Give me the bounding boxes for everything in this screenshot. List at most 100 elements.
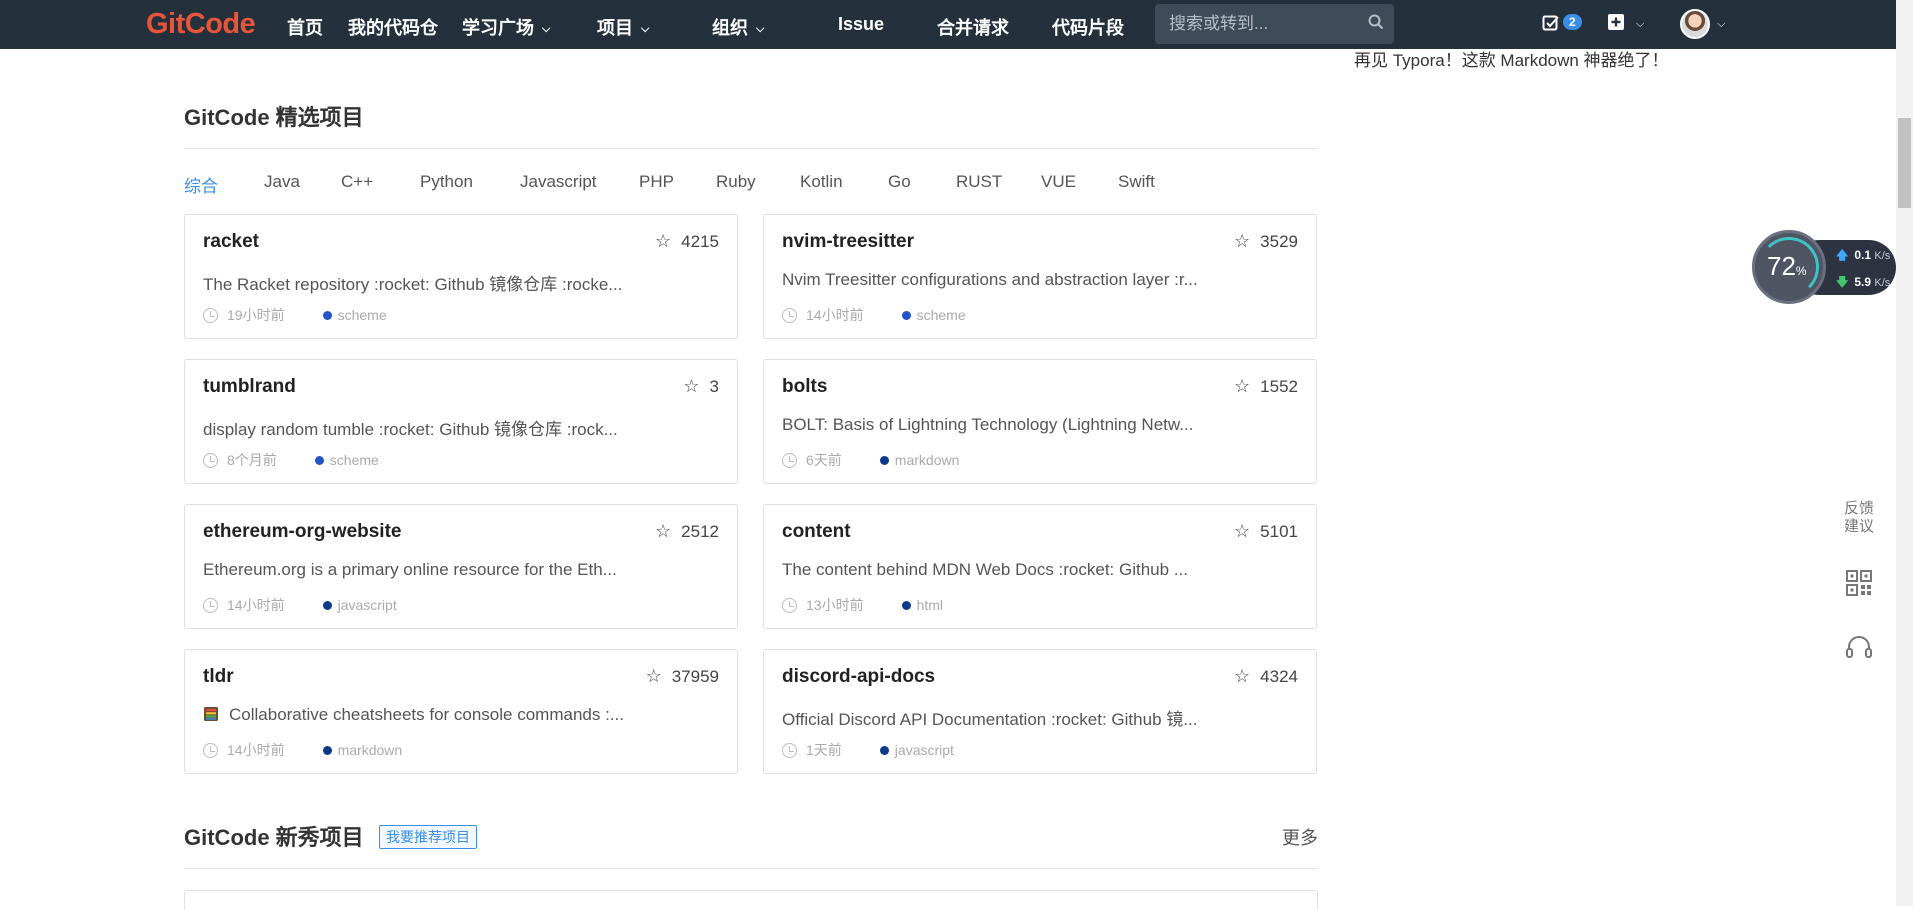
gitcode-logo[interactable]: GitCode	[146, 8, 256, 41]
project-card[interactable]: bolts ☆ 1552 BOLT: Basis of Lightning Tec…	[763, 359, 1317, 484]
project-star-count: 4324	[1260, 667, 1298, 686]
language-color-dot	[322, 746, 332, 755]
tab-swift[interactable]: Swift	[1118, 172, 1155, 192]
tab-php[interactable]: PHP	[639, 172, 674, 192]
nav-learning-square[interactable]: 学习广场 ⌵	[462, 14, 550, 40]
project-star-count: 37959	[671, 667, 719, 686]
search-box[interactable]	[1155, 4, 1394, 44]
side-article-link[interactable]: 再见 Typora！这款 Markdown 神器绝了！	[1354, 46, 1669, 71]
project-meta: 6天前 markdown	[782, 450, 959, 470]
project-meta: 1天前 javascript	[782, 740, 954, 760]
network-speed-widget[interactable]: 72% 🡅 0.1 K/s 🡇 5.9 K/s	[1752, 230, 1898, 304]
project-stars: ☆ 3	[683, 376, 719, 397]
upload-arrow-icon: 🡅	[1836, 248, 1849, 262]
scrollbar-thumb[interactable]	[1898, 118, 1911, 208]
project-name[interactable]: tldr	[203, 666, 234, 688]
todo-check-icon[interactable]	[1542, 14, 1560, 36]
project-star-count: 2512	[681, 522, 719, 541]
tab-ruby[interactable]: Ruby	[716, 172, 756, 192]
download-arrow-icon: 🡇	[1836, 275, 1849, 289]
project-card[interactable]: nvim-treesitter ☆ 3529 Nvim Treesitter co…	[763, 214, 1317, 339]
star-icon: ☆	[645, 666, 662, 686]
project-name[interactable]: tumblrand	[203, 376, 296, 398]
upload-speed-unit: K/s	[1874, 250, 1891, 262]
nav-snippets[interactable]: 代码片段	[1052, 14, 1124, 40]
project-name[interactable]: nvim-treesitter	[782, 231, 914, 253]
project-language: scheme	[329, 452, 379, 468]
search-input[interactable]	[1167, 13, 1357, 35]
project-card[interactable]: ethereum-org-website ☆ 2512 Ethereum.org …	[184, 504, 738, 629]
user-avatar[interactable]	[1680, 9, 1710, 39]
project-meta: 14小时前 scheme	[782, 305, 966, 325]
top-navbar: GitCode 首页 我的代码仓 学习广场 ⌵ 项目 ⌵ 组织 ⌵ Issue 合并请…	[0, 0, 1896, 49]
clock-icon	[203, 308, 218, 323]
project-name[interactable]: bolts	[782, 376, 827, 398]
nav-issue[interactable]: Issue	[838, 14, 884, 35]
tab-python[interactable]: Python	[420, 172, 473, 192]
tab-go[interactable]: Go	[888, 172, 911, 192]
feedback-button[interactable]: 反馈建议	[1842, 500, 1876, 536]
chevron-down-icon: ⌵	[756, 23, 765, 35]
project-card[interactable]: discord-api-docs ☆ 4324 Official Discord …	[763, 649, 1317, 774]
project-meta: 14小时前 javascript	[203, 595, 397, 615]
project-name[interactable]: racket	[203, 231, 259, 253]
todo-count-badge[interactable]: 2	[1563, 14, 1582, 30]
project-name[interactable]: discord-api-docs	[782, 666, 935, 688]
tab-cpp[interactable]: C++	[341, 172, 373, 192]
nav-learning-label: 学习广场	[462, 18, 534, 38]
search-icon[interactable]	[1368, 14, 1384, 34]
qr-code-icon[interactable]	[1846, 570, 1872, 600]
tab-rust[interactable]: RUST	[956, 172, 1002, 192]
nav-home-label: 首页	[287, 18, 323, 38]
nav-organizations[interactable]: 组织 ⌵	[712, 14, 764, 40]
language-color-dot	[322, 601, 332, 610]
project-stars: ☆ 3529	[1234, 231, 1298, 252]
nav-projects[interactable]: 项目 ⌵	[597, 14, 649, 40]
language-color-dot	[879, 746, 889, 755]
tab-javascript[interactable]: Javascript	[520, 172, 597, 192]
project-name[interactable]: ethereum-org-website	[203, 521, 401, 543]
clock-icon	[203, 453, 218, 468]
project-updated-time: 14小时前	[806, 307, 864, 323]
nav-merge-requests-label: 合并请求	[937, 18, 1009, 38]
nav-organizations-label: 组织	[712, 18, 748, 38]
project-name[interactable]: content	[782, 521, 851, 543]
project-updated-time: 1天前	[806, 742, 842, 758]
plus-square-icon[interactable]	[1607, 13, 1625, 35]
headset-icon[interactable]	[1843, 632, 1875, 668]
recommend-project-button[interactable]: 我要推荐项目	[379, 825, 477, 849]
chevron-down-icon: ⌵	[641, 23, 650, 35]
more-link[interactable]: 更多	[1282, 824, 1318, 850]
project-meta: 13小时前 html	[782, 595, 943, 615]
project-meta: 14小时前 markdown	[203, 740, 402, 760]
language-color-dot	[901, 311, 911, 320]
project-language: scheme	[916, 307, 966, 323]
tab-java[interactable]: Java	[264, 172, 300, 192]
project-description: Nvim Treesitter configurations and abstr…	[782, 270, 1198, 289]
chevron-down-icon[interactable]: ⌵	[1636, 17, 1644, 31]
project-card[interactable]: content ☆ 5101 The content behind MDN Web…	[763, 504, 1317, 629]
project-language: markdown	[894, 452, 960, 468]
nav-my-repos[interactable]: 我的代码仓	[348, 14, 438, 40]
tab-vue[interactable]: VUE	[1041, 172, 1076, 192]
star-icon: ☆	[1234, 376, 1251, 396]
language-color-dot	[879, 456, 889, 465]
clock-icon	[782, 308, 797, 323]
download-speed-value: 5.9	[1854, 275, 1872, 289]
project-card[interactable]: tldr ☆ 37959 Collaborative cheatsheets fo…	[184, 649, 738, 774]
tab-kotlin[interactable]: Kotlin	[800, 172, 843, 192]
project-card[interactable]: racket ☆ 4215 The Racket repository :rock…	[184, 214, 738, 339]
notebook-icon	[204, 707, 218, 721]
tab-overall[interactable]: 综合	[184, 172, 218, 197]
clock-icon	[782, 453, 797, 468]
nav-home[interactable]: 首页	[287, 14, 323, 40]
project-description: display random tumble :rocket: Github 镜像…	[203, 420, 618, 439]
chevron-down-icon: ⌵	[542, 23, 551, 35]
project-language: javascript	[894, 742, 954, 758]
nav-merge-requests[interactable]: 合并请求	[937, 14, 1009, 40]
chevron-down-icon[interactable]: ⌵	[1717, 17, 1725, 31]
project-card[interactable]: tumblrand ☆ 3 display random tumble :rock…	[184, 359, 738, 484]
language-color-dot	[322, 311, 332, 320]
star-icon: ☆	[1234, 666, 1251, 686]
project-language: markdown	[337, 742, 403, 758]
